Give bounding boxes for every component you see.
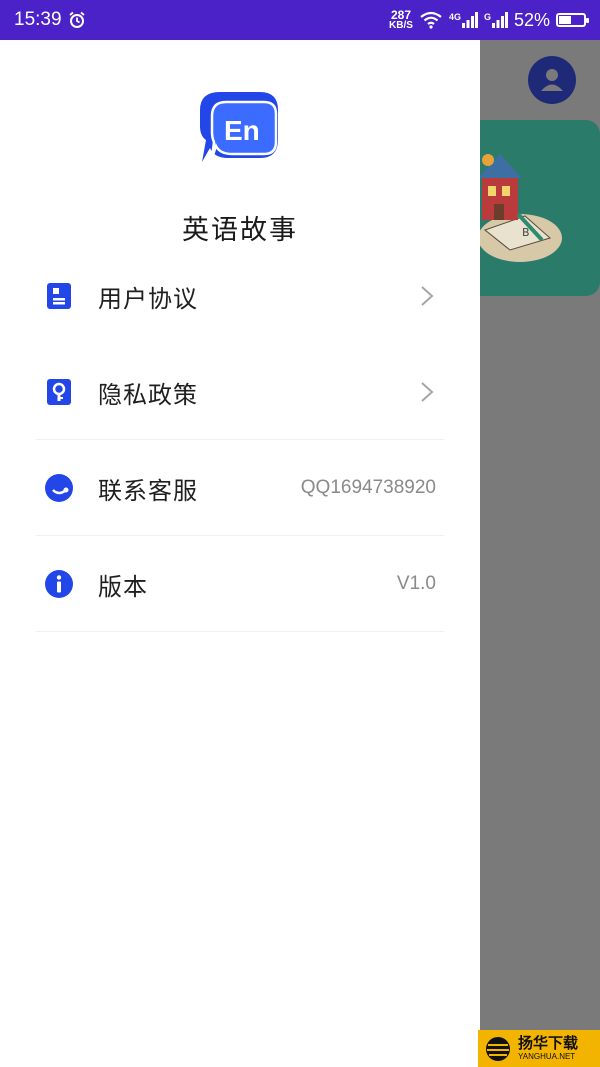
navigation-drawer: En 英语故事 用户协议 隐私政策 联系客服 QQ1694738920 版本 V… [0, 40, 480, 1067]
divider [36, 631, 444, 632]
chevron-right-icon [421, 382, 434, 402]
lock-icon [44, 377, 74, 407]
watermark-logo: 扬华下载 YANGHUA.NET [478, 1030, 600, 1067]
version-value: V1.0 [396, 573, 436, 594]
book-house-illustration: B [480, 154, 562, 262]
signal-4g: 4G [449, 12, 478, 28]
contact-qq-value: QQ1694738920 [300, 477, 436, 498]
chevron-right-icon [421, 286, 434, 306]
alarm-icon [68, 11, 85, 28]
battery-percent: 52% [513, 9, 550, 30]
signal-bars-icon [491, 12, 508, 28]
contact-icon [44, 473, 74, 503]
menu-item-label: 联系客服 [98, 476, 198, 505]
person-icon [541, 69, 563, 91]
watermark-en: YANGHUA.NET [518, 1052, 576, 1061]
menu-item-label: 隐私政策 [98, 380, 198, 409]
svg-text:En: En [224, 115, 260, 146]
clock-time: 15:39 [14, 9, 62, 30]
menu-item-contact-service[interactable]: 联系客服 QQ1694738920 [0, 440, 480, 536]
app-logo-icon: En [200, 92, 278, 162]
wifi-icon [420, 11, 442, 29]
menu-item-version[interactable]: 版本 V1.0 [0, 536, 480, 632]
menu-item-label: 版本 [98, 572, 148, 601]
status-bar: 15:39 287 KB/S 4G G 52% [0, 0, 600, 40]
banner-image[interactable]: B [480, 120, 600, 296]
signal-bars-icon [461, 12, 478, 28]
signal-g: G [484, 12, 508, 28]
svg-text:B: B [522, 226, 530, 239]
user-avatar-icon[interactable] [528, 56, 576, 104]
network-speed: 287 KB/S [389, 8, 413, 31]
watermark-globe-icon [486, 1036, 510, 1061]
drawer-menu: 用户协议 隐私政策 联系客服 QQ1694738920 版本 V1.0 [0, 248, 480, 632]
app-title: 英语故事 [182, 215, 298, 246]
info-icon [44, 569, 74, 599]
menu-item-user-agreement[interactable]: 用户协议 [0, 248, 480, 344]
battery-icon [556, 13, 589, 27]
document-icon [44, 281, 74, 311]
menu-item-privacy-policy[interactable]: 隐私政策 [0, 344, 480, 440]
menu-item-label: 用户协议 [98, 284, 198, 313]
watermark-cn: 扬华下载 [518, 1034, 579, 1052]
